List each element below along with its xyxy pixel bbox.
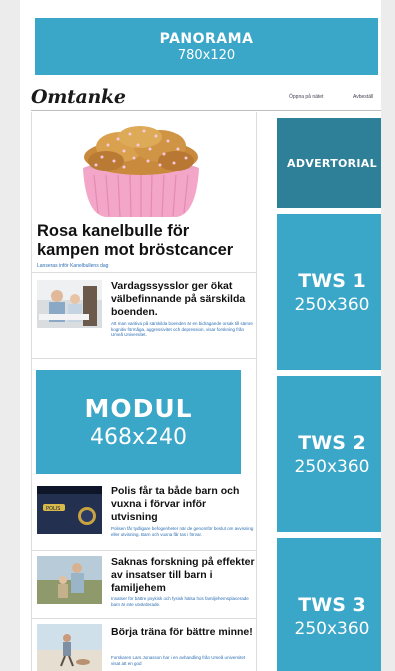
newsletter-page: PANORAMA 780x120 Omtanke Öppna på nätet … <box>20 0 381 671</box>
tws-2-label: TWS 2 <box>298 431 366 454</box>
panorama-ad[interactable]: PANORAMA 780x120 <box>35 18 378 75</box>
hero-subtitle: Lanseras inför Kanelbullens dag <box>37 263 109 269</box>
tws-3-size: 250x360 <box>294 618 370 639</box>
article-summary: Att man varitiva på särskilda boenden är… <box>111 321 253 338</box>
police-uniform-photo[interactable]: POLIS <box>37 486 102 534</box>
child-and-adult-photo[interactable] <box>37 556 102 604</box>
tws-1-size: 250x360 <box>294 294 370 315</box>
article-title[interactable]: Vardagssysslor ger ökat välbefinnande på… <box>111 280 255 319</box>
tws-1-ad[interactable]: TWS 1 250x360 <box>277 214 381 370</box>
article-title[interactable]: Polis får ta både barn och vuxna i förva… <box>111 485 255 524</box>
beach-runners-photo[interactable] <box>37 624 102 671</box>
advertorial-ad[interactable]: ADVERTORIAL <box>277 118 381 208</box>
article-title[interactable]: Börja träna för bättre minne! <box>111 626 255 639</box>
tws-3-label: TWS 3 <box>298 593 366 616</box>
panorama-size: 780x120 <box>177 47 236 63</box>
masthead: Omtanke Öppna på nätet Avbeställ <box>31 86 381 111</box>
article-title[interactable]: Saknas forskning på effekter av insatser… <box>111 556 255 595</box>
divider <box>32 358 256 359</box>
svg-text:POLIS: POLIS <box>46 506 60 512</box>
pink-cinnamon-bun-image[interactable] <box>78 125 204 223</box>
modul-size: 468x240 <box>89 425 187 450</box>
article-summary: Forskaren Lars Jonasson har i en avhandl… <box>111 655 246 666</box>
open-online-link[interactable]: Öppna på nätet <box>289 94 323 100</box>
unsubscribe-link[interactable]: Avbeställ <box>353 94 373 100</box>
modul-label: MODUL <box>84 394 193 423</box>
divider <box>32 618 256 619</box>
divider <box>32 550 256 551</box>
tws-2-ad[interactable]: TWS 2 250x360 <box>277 376 381 532</box>
article-summary: Polisen får tydligare befogenheter när d… <box>111 526 254 537</box>
tws-1-label: TWS 1 <box>298 269 366 292</box>
hero-headline[interactable]: Rosa kanelbulle för kampen mot bröstcanc… <box>37 222 252 260</box>
modul-ad[interactable]: MODUL 468x240 <box>36 370 241 474</box>
article-summary: Insatser för bättre psykisk och fysisk h… <box>111 596 249 607</box>
advertorial-label: ADVERTORIAL <box>287 156 377 170</box>
omtanke-logo[interactable]: Omtanke <box>31 86 126 108</box>
divider <box>32 272 256 273</box>
care-home-photo[interactable] <box>37 280 102 328</box>
panorama-label: PANORAMA <box>159 30 254 47</box>
tws-2-size: 250x360 <box>294 456 370 477</box>
tws-3-ad[interactable]: TWS 3 250x360 <box>277 538 381 671</box>
